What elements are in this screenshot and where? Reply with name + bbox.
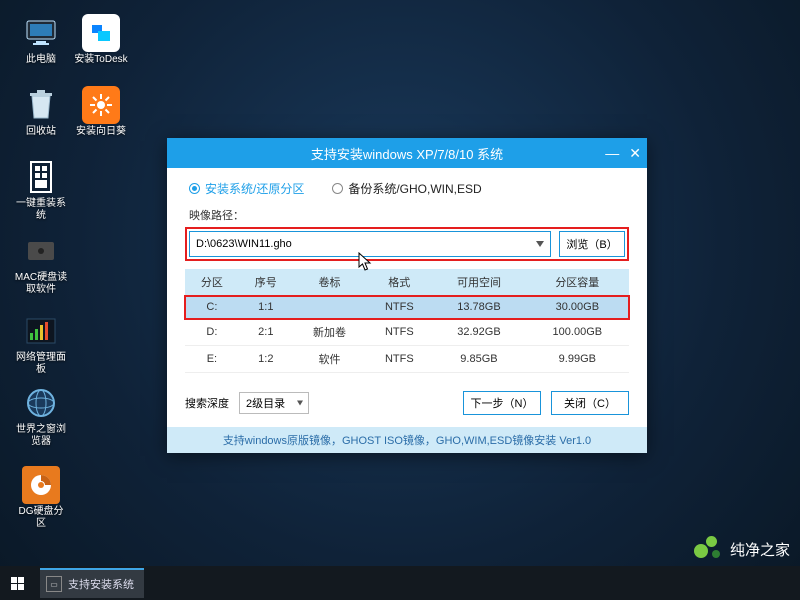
cell [293,296,367,319]
cell: 9.99GB [526,346,629,373]
cell: NTFS [366,296,432,319]
taskbar: ▭ 支持安装系统 [0,566,800,600]
cell: D: [185,319,239,346]
desktop-icon-label: 此电脑 [14,54,68,66]
close-dialog-button[interactable]: 关闭（C） [551,391,629,415]
table-row[interactable]: E: 1:2 软件 NTFS 9.85GB 9.99GB [185,346,629,373]
cell: 软件 [293,346,367,373]
path-highlight-box: D:\0623\WIN11.gho 浏览（B） [185,227,629,261]
cell: E: [185,346,239,373]
desktop-icon-recycle-bin[interactable]: 回收站 [14,86,68,138]
install-dialog: 支持安装windows XP/7/8/10 系统 — ✕ 安装系统/还原分区 备… [167,138,647,453]
desktop-icon-reinstall[interactable]: 一键重装系统 [14,158,68,221]
radio-dot-icon [332,183,343,194]
radio-install-restore[interactable]: 安装系统/还原分区 [189,180,304,197]
watermark: 纯净之家 [694,536,790,562]
radio-label: 安装系统/还原分区 [205,180,304,197]
dialog-footer-text: 支持windows原版镜像，GHOST ISO镜像，GHO,WIM,ESD镜像安… [167,427,647,453]
chevron-down-icon [297,401,303,406]
cell: 13.78GB [432,296,525,319]
search-depth-value: 2级目录 [246,395,285,411]
image-path-dropdown[interactable]: D:\0623\WIN11.gho [189,231,551,257]
taskbar-app-icon: ▭ [46,576,62,592]
desktop-icon-sunflower[interactable]: 安装向日葵 [74,86,128,138]
search-depth-dropdown[interactable]: 2级目录 [239,392,309,414]
table-row[interactable]: D: 2:1 新加卷 NTFS 32.92GB 100.00GB [185,319,629,346]
cell: NTFS [366,319,432,346]
partition-table: 分区 序号 卷标 格式 可用空间 分区容量 C: 1:1 NTFS 13.78G… [185,269,629,373]
cell: 2:1 [239,319,293,346]
cell: C: [185,296,239,319]
radio-backup[interactable]: 备份系统/GHO,WIN,ESD [332,180,481,197]
browse-button[interactable]: 浏览（B） [559,231,625,257]
start-button[interactable] [0,566,34,600]
taskbar-item-installer[interactable]: ▭ 支持安装系统 [40,568,144,598]
desktop-icon-label: 安装ToDesk [74,54,128,66]
desktop-icon-label: MAC硬盘读取软件 [14,272,68,295]
th-size: 分区容量 [526,269,629,296]
dialog-title: 支持安装windows XP/7/8/10 系统 [311,144,503,163]
cell: 32.92GB [432,319,525,346]
desktop-icon-label: DG硬盘分区 [14,506,68,529]
desktop-icon-label: 世界之窗浏览器 [14,424,68,447]
desktop-icon-network-panel[interactable]: 网络管理面板 [14,312,68,375]
watermark-logo-icon [694,536,724,562]
desktop-icon-dg-partition[interactable]: DG硬盘分区 [14,466,68,529]
radio-dot-icon [189,183,200,194]
desktop-icon-label: 一键重装系统 [14,198,68,221]
image-path-label: 映像路径： [189,207,629,223]
desktop-icon-this-pc[interactable]: 此电脑 [14,14,68,66]
cell: 30.00GB [526,296,629,319]
taskbar-item-label: 支持安装系统 [68,576,134,592]
chevron-down-icon [536,241,544,247]
cell: 9.85GB [432,346,525,373]
cell: NTFS [366,346,432,373]
desktop-icon-todesk[interactable]: 安装ToDesk [74,14,128,66]
cell: 1:1 [239,296,293,319]
dialog-titlebar[interactable]: 支持安装windows XP/7/8/10 系统 — ✕ [167,138,647,168]
th-index: 序号 [239,269,293,296]
windows-logo-icon [11,577,24,590]
table-header-row: 分区 序号 卷标 格式 可用空间 分区容量 [185,269,629,296]
desktop-icon-label: 安装向日葵 [74,126,128,138]
table-row[interactable]: C: 1:1 NTFS 13.78GB 30.00GB [185,296,629,319]
desktop-icon-theworld-browser[interactable]: 世界之窗浏览器 [14,384,68,447]
th-volume: 卷标 [293,269,367,296]
desktop-icon-label: 回收站 [14,126,68,138]
desktop-icon-mac-disk[interactable]: MAC硬盘读取软件 [14,232,68,295]
watermark-text: 纯净之家 [730,539,790,560]
minimize-button[interactable]: — [605,145,619,161]
image-path-value: D:\0623\WIN11.gho [196,238,292,250]
radio-label: 备份系统/GHO,WIN,ESD [348,180,481,197]
th-partition: 分区 [185,269,239,296]
cell: 1:2 [239,346,293,373]
desktop-icon-label: 网络管理面板 [14,352,68,375]
search-depth-label: 搜索深度 [185,395,229,411]
th-fs: 格式 [366,269,432,296]
cell: 新加卷 [293,319,367,346]
cell: 100.00GB [526,319,629,346]
close-button[interactable]: ✕ [629,145,641,162]
next-button[interactable]: 下一步（N） [463,391,541,415]
th-free: 可用空间 [432,269,525,296]
